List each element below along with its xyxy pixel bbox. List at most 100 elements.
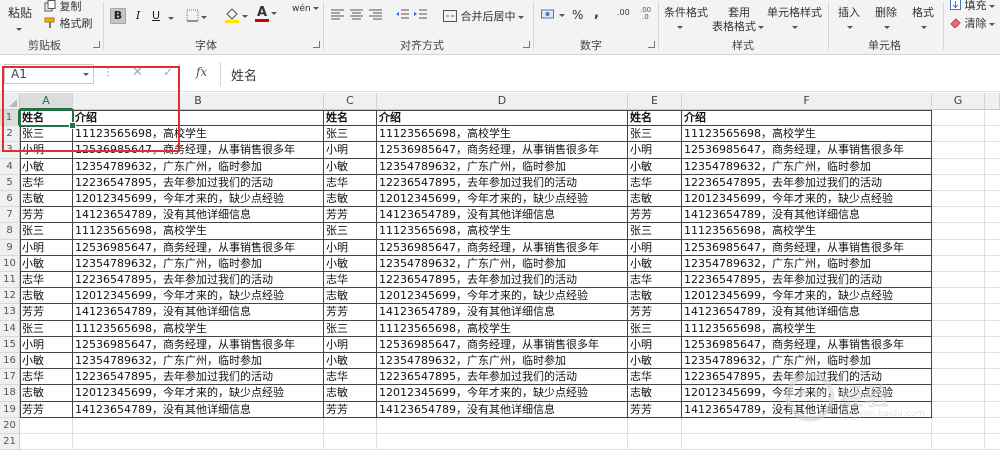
table-cell[interactable]: 12236547895，去年参加过我们的活动 (682, 369, 882, 385)
table-cell[interactable]: 14123654789，没有其他详细信息 (377, 304, 555, 320)
paste-button[interactable]: 粘贴 (8, 4, 32, 21)
select-all-corner[interactable] (0, 93, 20, 110)
table-cell[interactable]: 小明 (628, 240, 652, 256)
table-cell[interactable]: 志敏 (628, 191, 652, 207)
table-cell[interactable]: 11123565698，高校学生 (377, 223, 511, 239)
table-cell[interactable]: 12012345699，今年才来的，缺少点经验 (73, 288, 284, 304)
column-header-d[interactable]: D (377, 93, 628, 110)
table-cell[interactable]: 小敏 (324, 159, 348, 175)
table-cell[interactable]: 12012345699，今年才来的，缺少点经验 (377, 191, 588, 207)
row-header[interactable]: 11 (0, 272, 20, 289)
table-cell[interactable]: 11123565698，高校学生 (377, 126, 511, 142)
table-cell[interactable]: 芳芳 (324, 304, 348, 320)
table-cell[interactable]: 志敏 (324, 191, 348, 207)
fill-color-button[interactable] (224, 7, 248, 26)
table-cell[interactable]: 11123565698，高校学生 (682, 126, 816, 142)
alignment-launcher-icon[interactable] (523, 41, 530, 48)
table-cell[interactable]: 小敏 (20, 353, 44, 369)
table-cell[interactable]: 14123654789，没有其他详细信息 (682, 304, 860, 320)
table-cell[interactable]: 12536985647，商务经理，从事销售很多年 (377, 240, 599, 256)
comma-style-button[interactable]: , (594, 6, 599, 21)
table-cell[interactable]: 志华 (20, 369, 44, 385)
table-cell[interactable]: 志敏 (324, 288, 348, 304)
table-cell[interactable]: 志敏 (20, 288, 44, 304)
row-header[interactable]: 13 (0, 304, 20, 321)
table-cell[interactable]: 14123654789，没有其他详细信息 (73, 402, 251, 418)
chevron-down-icon[interactable] (83, 73, 89, 76)
table-cell[interactable]: 志华 (20, 175, 44, 191)
table-cell[interactable]: 12536985647，商务经理，从事销售很多年 (73, 142, 295, 158)
table-cell[interactable]: 12012345699，今年才来的，缺少点经验 (682, 385, 893, 401)
header-cell[interactable]: 介绍 (73, 110, 97, 126)
table-cell[interactable]: 12354789632，广东广州，临时参加 (377, 159, 566, 175)
table-cell[interactable]: 张三 (20, 321, 44, 337)
table-cell[interactable]: 11123565698，高校学生 (377, 321, 511, 337)
table-cell[interactable]: 芳芳 (324, 207, 348, 223)
table-cell[interactable]: 12236547895，去年参加过我们的活动 (682, 175, 882, 191)
table-cell[interactable]: 12354789632，广东广州，临时参加 (377, 256, 566, 272)
table-cell[interactable]: 志华 (628, 175, 652, 191)
table-cell[interactable]: 小敏 (628, 159, 652, 175)
row-header[interactable]: 12 (0, 288, 20, 305)
name-box[interactable]: A1 (4, 64, 94, 84)
table-cell[interactable]: 12236547895，去年参加过我们的活动 (73, 272, 273, 288)
format-cells-dropdown[interactable] (919, 20, 927, 33)
table-cell[interactable]: 小明 (324, 337, 348, 353)
decrease-decimal-button[interactable]: .00.0 (640, 6, 652, 23)
table-cell[interactable]: 张三 (324, 321, 348, 337)
table-cell[interactable]: 12354789632，广东广州，临时参加 (377, 353, 566, 369)
row-header[interactable]: 3 (0, 142, 20, 159)
italic-button[interactable]: I (130, 8, 146, 24)
table-cell[interactable]: 12012345699，今年才来的，缺少点经验 (377, 385, 588, 401)
row-header[interactable]: 15 (0, 336, 20, 353)
insert-function-button[interactable]: fx (196, 65, 207, 79)
table-cell[interactable]: 12236547895，去年参加过我们的活动 (377, 175, 577, 191)
table-cell[interactable]: 志敏 (628, 288, 652, 304)
table-cell[interactable]: 小敏 (628, 353, 652, 369)
table-cell[interactable]: 12354789632，广东广州，临时参加 (682, 159, 871, 175)
table-cell[interactable]: 芳芳 (324, 402, 348, 418)
table-cell[interactable]: 小敏 (628, 256, 652, 272)
table-cell[interactable]: 12236547895，去年参加过我们的活动 (682, 272, 882, 288)
table-cell[interactable]: 芳芳 (20, 402, 44, 418)
row-header[interactable]: 21 (0, 434, 20, 451)
table-cell[interactable]: 14123654789，没有其他详细信息 (682, 402, 860, 418)
underline-button[interactable]: U (148, 8, 164, 24)
table-cell[interactable]: 张三 (20, 223, 44, 239)
table-cell[interactable]: 12354789632，广东广州，临时参加 (682, 256, 871, 272)
table-cell[interactable]: 12536985647，商务经理，从事销售很多年 (73, 337, 295, 353)
row-header[interactable]: 6 (0, 191, 20, 208)
table-cell[interactable]: 志华 (324, 369, 348, 385)
format-cells-button[interactable]: 格式 (912, 4, 934, 20)
increase-indent-button[interactable] (414, 9, 427, 23)
table-cell[interactable]: 志敏 (628, 385, 652, 401)
table-cell[interactable]: 11123565698，高校学生 (73, 126, 207, 142)
table-cell[interactable]: 小敏 (324, 256, 348, 272)
column-header-a[interactable]: A (20, 93, 73, 110)
row-header[interactable]: 1 (0, 110, 20, 127)
table-cell[interactable]: 12536985647，商务经理，从事销售很多年 (377, 142, 599, 158)
table-cell[interactable]: 11123565698，高校学生 (682, 223, 816, 239)
percent-button[interactable]: % (572, 8, 583, 22)
table-cell[interactable]: 11123565698，高校学生 (73, 223, 207, 239)
table-cell[interactable]: 小明 (20, 337, 44, 353)
phonetic-button[interactable]: wén (292, 4, 319, 14)
align-center-button[interactable] (350, 9, 363, 23)
table-cell[interactable]: 志华 (628, 272, 652, 288)
table-cell[interactable]: 志敏 (324, 385, 348, 401)
table-cell[interactable]: 小明 (628, 337, 652, 353)
row-header[interactable]: 16 (0, 353, 20, 370)
column-header-b[interactable]: B (73, 93, 324, 110)
clipboard-launcher-icon[interactable] (93, 41, 100, 48)
insert-cells-button[interactable]: 插入 (838, 4, 860, 20)
table-cell[interactable]: 志华 (20, 272, 44, 288)
row-header[interactable]: 18 (0, 385, 20, 402)
table-cell[interactable]: 11123565698，高校学生 (73, 321, 207, 337)
table-cell[interactable]: 12536985647，商务经理，从事销售很多年 (682, 142, 904, 158)
table-cell[interactable]: 14123654789，没有其他详细信息 (73, 304, 251, 320)
header-cell[interactable]: 姓名 (20, 110, 44, 126)
align-right-button[interactable] (369, 9, 382, 23)
table-cell[interactable]: 12536985647，商务经理，从事销售很多年 (377, 337, 599, 353)
header-cell[interactable]: 介绍 (682, 110, 706, 126)
table-format-dropdown[interactable]: 表格格式 (712, 18, 764, 34)
